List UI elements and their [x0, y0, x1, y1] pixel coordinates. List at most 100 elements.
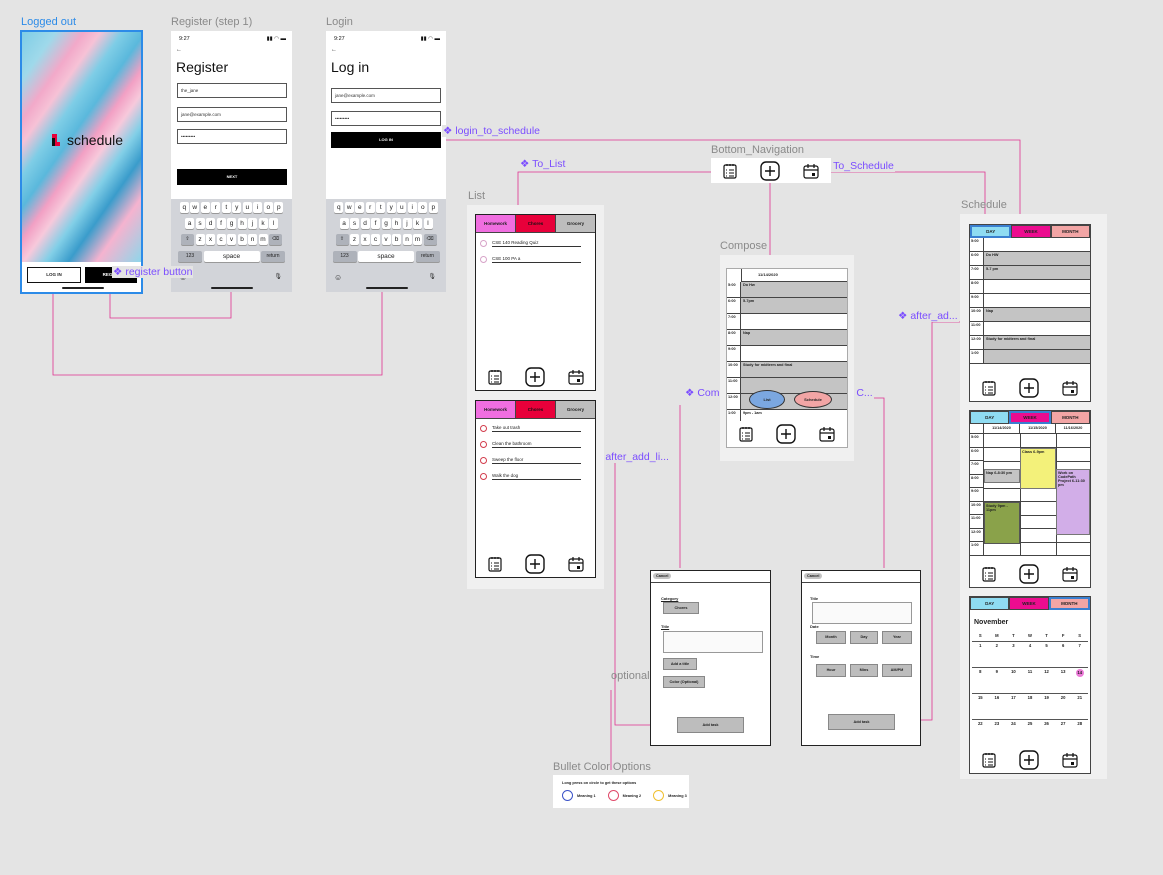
shift-key[interactable]: ⇧ [335, 234, 349, 245]
event-cell[interactable] [741, 346, 847, 361]
tab-week[interactable]: WEEK [1011, 225, 1051, 238]
month-select[interactable]: Month [816, 631, 846, 644]
add-icon[interactable] [524, 554, 545, 574]
key-m[interactable]: m [413, 234, 422, 245]
key-w[interactable]: w [190, 202, 200, 213]
cancel-button[interactable]: Cancel [653, 573, 672, 579]
key-m[interactable]: m [258, 234, 268, 245]
bullet-circle-icon[interactable] [480, 441, 487, 448]
key-n[interactable]: n [248, 234, 257, 245]
event-cell[interactable] [741, 314, 847, 329]
key-a[interactable]: a [185, 218, 194, 229]
key-n[interactable]: n [402, 234, 412, 245]
key-z[interactable]: z [195, 234, 205, 245]
key-i[interactable]: i [253, 202, 263, 213]
calendar-icon[interactable] [819, 426, 835, 442]
emoji-icon[interactable]: ☺ [334, 273, 342, 282]
event-cell[interactable]: Nap [741, 330, 847, 345]
key-v[interactable]: v [381, 234, 391, 245]
back-arrow-icon[interactable]: ← [331, 47, 337, 53]
tab-day[interactable]: DAY [970, 225, 1012, 238]
calendar-day[interactable]: 5 [1038, 641, 1055, 667]
time-slot[interactable]: 8:00 [970, 280, 1090, 294]
list-item[interactable]: Clean the bathroom [480, 441, 581, 448]
list-icon[interactable] [982, 752, 996, 768]
list-item[interactable]: Walk the dog [480, 473, 581, 480]
key-h[interactable]: h [392, 218, 401, 229]
key-j[interactable]: j [402, 218, 412, 229]
calendar-day[interactable]: 4 [1021, 641, 1039, 667]
time-slot[interactable]: 10:00 Nap [970, 308, 1090, 322]
key-a[interactable]: a [339, 218, 349, 229]
yellow-bullet-circle-icon[interactable] [653, 790, 665, 801]
list-icon[interactable] [982, 380, 996, 396]
event-cell[interactable] [984, 322, 1090, 335]
password-field[interactable]: ••••••••• [331, 111, 441, 126]
key-f[interactable]: f [371, 218, 380, 229]
key-p[interactable]: p [274, 202, 284, 213]
tab-month[interactable]: MONTH [1048, 597, 1090, 610]
email-field[interactable]: jane@example.com [177, 107, 287, 122]
cancel-button[interactable]: Cancel [804, 573, 823, 579]
list-icon[interactable] [723, 163, 737, 179]
calendar-day[interactable]: 8 [972, 667, 989, 693]
tab-chores[interactable]: Chores [516, 215, 556, 232]
color-optional-button[interactable]: Color (Optional) [663, 676, 705, 688]
key-v[interactable]: v [227, 234, 236, 245]
key-l[interactable]: l [269, 218, 278, 229]
mins-select[interactable]: Mins [850, 664, 878, 677]
key-k[interactable]: k [413, 218, 422, 229]
tab-day[interactable]: DAY [970, 597, 1010, 610]
key-g[interactable]: g [227, 218, 236, 229]
numbers-key[interactable]: 123 [332, 251, 357, 262]
event-cell[interactable]: 5-7pm [741, 298, 847, 313]
calendar-day[interactable]: 19 [1038, 693, 1055, 719]
calendar-icon[interactable] [1062, 566, 1078, 582]
next-button[interactable]: NEXT [177, 169, 287, 185]
list-icon[interactable] [487, 556, 502, 572]
time-slot[interactable]: 7:00 [727, 314, 847, 330]
calendar-day[interactable]: 12 [1038, 667, 1055, 693]
add-task-button[interactable]: Add task [677, 717, 744, 733]
add-icon[interactable] [1019, 378, 1039, 398]
list-item[interactable]: CSE 140 Reading Quiz [480, 240, 581, 247]
add-icon[interactable] [1019, 564, 1039, 584]
add-icon[interactable] [1019, 750, 1039, 770]
add-icon[interactable] [776, 424, 796, 444]
keyboard[interactable]: qwertyuiop asdfghjkl ⇧ z x c v b n m ⌫ 123 space… [171, 199, 292, 292]
key-y[interactable]: y [386, 202, 396, 213]
email-field[interactable]: jane@example.com [331, 88, 441, 103]
delete-key[interactable]: ⌫ [423, 234, 437, 245]
title-input[interactable] [663, 631, 763, 653]
event-cell[interactable]: 5-7 pm [984, 266, 1090, 279]
list-icon[interactable] [982, 566, 996, 582]
tab-month[interactable]: MONTH [1050, 225, 1090, 238]
event-cell[interactable]: Study for midterm and final [984, 336, 1090, 349]
key-w[interactable]: w [344, 202, 354, 213]
key-i[interactable]: i [407, 202, 417, 213]
username-field[interactable]: the_jane [177, 83, 287, 98]
time-slot[interactable]: 10:00 Study for midterm and final [727, 362, 847, 378]
key-g[interactable]: g [381, 218, 391, 229]
category-chores-chip[interactable]: Chores [663, 602, 699, 614]
event-cell[interactable] [984, 238, 1090, 251]
calendar-day[interactable]: 27 [1054, 719, 1072, 745]
key-s[interactable]: s [195, 218, 205, 229]
add-icon[interactable] [760, 160, 780, 181]
key-r[interactable]: r [211, 202, 221, 213]
key-x[interactable]: x [360, 234, 370, 245]
back-arrow-icon[interactable]: ← [176, 47, 182, 53]
key-t[interactable]: t [376, 202, 386, 213]
key-u[interactable]: u [397, 202, 407, 213]
key-y[interactable]: y [232, 202, 242, 213]
key-b[interactable]: b [392, 234, 401, 245]
event-cell[interactable] [984, 294, 1090, 307]
microphone-icon[interactable]: 🎙 [274, 273, 282, 280]
add-title-button[interactable]: Add a title [663, 658, 697, 670]
week-event-nap[interactable]: Nap 6-8:30 pm [984, 469, 1020, 483]
bullet-circle-icon[interactable] [480, 240, 487, 247]
shift-key[interactable]: ⇧ [181, 234, 194, 245]
key-d[interactable]: d [206, 218, 215, 229]
list-item[interactable]: CSE 100 PA a [480, 256, 581, 263]
event-cell[interactable]: Study for midterm and final [741, 362, 847, 377]
